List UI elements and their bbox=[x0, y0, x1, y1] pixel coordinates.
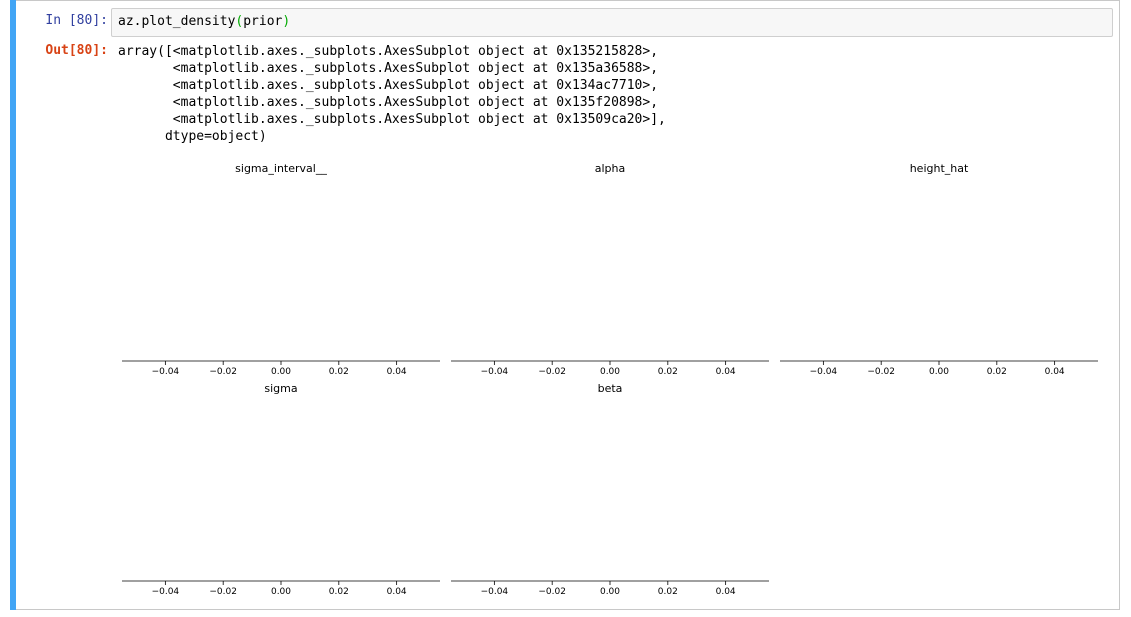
x-tick-label: 0.02 bbox=[329, 367, 349, 377]
x-tick-label: −0.02 bbox=[209, 587, 237, 597]
x-tick-label: −0.02 bbox=[538, 367, 566, 377]
x-tick-label: −0.02 bbox=[209, 367, 237, 377]
x-tick-label: 0.04 bbox=[1045, 367, 1065, 377]
x-tick-label: 0.00 bbox=[271, 367, 291, 377]
x-tick-label: −0.02 bbox=[538, 587, 566, 597]
x-tick-label: −0.04 bbox=[152, 587, 180, 597]
subplot-title: beta bbox=[598, 382, 623, 395]
x-tick-label: −0.04 bbox=[152, 367, 180, 377]
subplot-title: sigma bbox=[264, 382, 297, 395]
x-tick-label: 0.04 bbox=[716, 587, 736, 597]
subplot-title: height_hat bbox=[910, 162, 969, 175]
x-tick-label: 0.00 bbox=[600, 367, 620, 377]
x-tick-label: 0.04 bbox=[716, 367, 736, 377]
density-plot-figure: sigma_interval__−0.04 −0.02 0.00 0.02 0.04al… bbox=[122, 162, 1098, 597]
subplot-title: alpha bbox=[595, 162, 626, 175]
subplot-title: sigma_interval__ bbox=[235, 162, 327, 175]
x-tick-label: 0.02 bbox=[658, 587, 678, 597]
x-tick-label: 0.00 bbox=[929, 367, 949, 377]
density-subplot: height_hat −0.04 −0.02 0.00 0.02 0.04 bbox=[780, 162, 1098, 377]
density-subplot: sigma_interval__ −0.04 −0.02 0.00 0.02 0.04 bbox=[122, 162, 440, 377]
x-tick-label: 0.02 bbox=[658, 367, 678, 377]
x-tick-label: −0.02 bbox=[867, 367, 895, 377]
x-tick-label: 0.00 bbox=[271, 587, 291, 597]
density-subplot: sigma −0.04 −0.02 0.00 0.02 0.04 bbox=[122, 382, 440, 597]
density-subplot: beta −0.04 −0.02 0.00 0.02 0.04 bbox=[451, 382, 769, 597]
density-subplot: alpha −0.04 −0.02 0.00 0.02 0.04 bbox=[451, 162, 769, 377]
x-tick-label: 0.00 bbox=[600, 587, 620, 597]
x-tick-label: 0.04 bbox=[387, 367, 407, 377]
x-tick-label: 0.02 bbox=[987, 367, 1007, 377]
x-tick-label: 0.02 bbox=[329, 587, 349, 597]
x-tick-label: −0.04 bbox=[481, 587, 509, 597]
x-tick-label: −0.04 bbox=[481, 367, 509, 377]
x-tick-label: −0.04 bbox=[810, 367, 838, 377]
x-tick-label: 0.04 bbox=[387, 587, 407, 597]
